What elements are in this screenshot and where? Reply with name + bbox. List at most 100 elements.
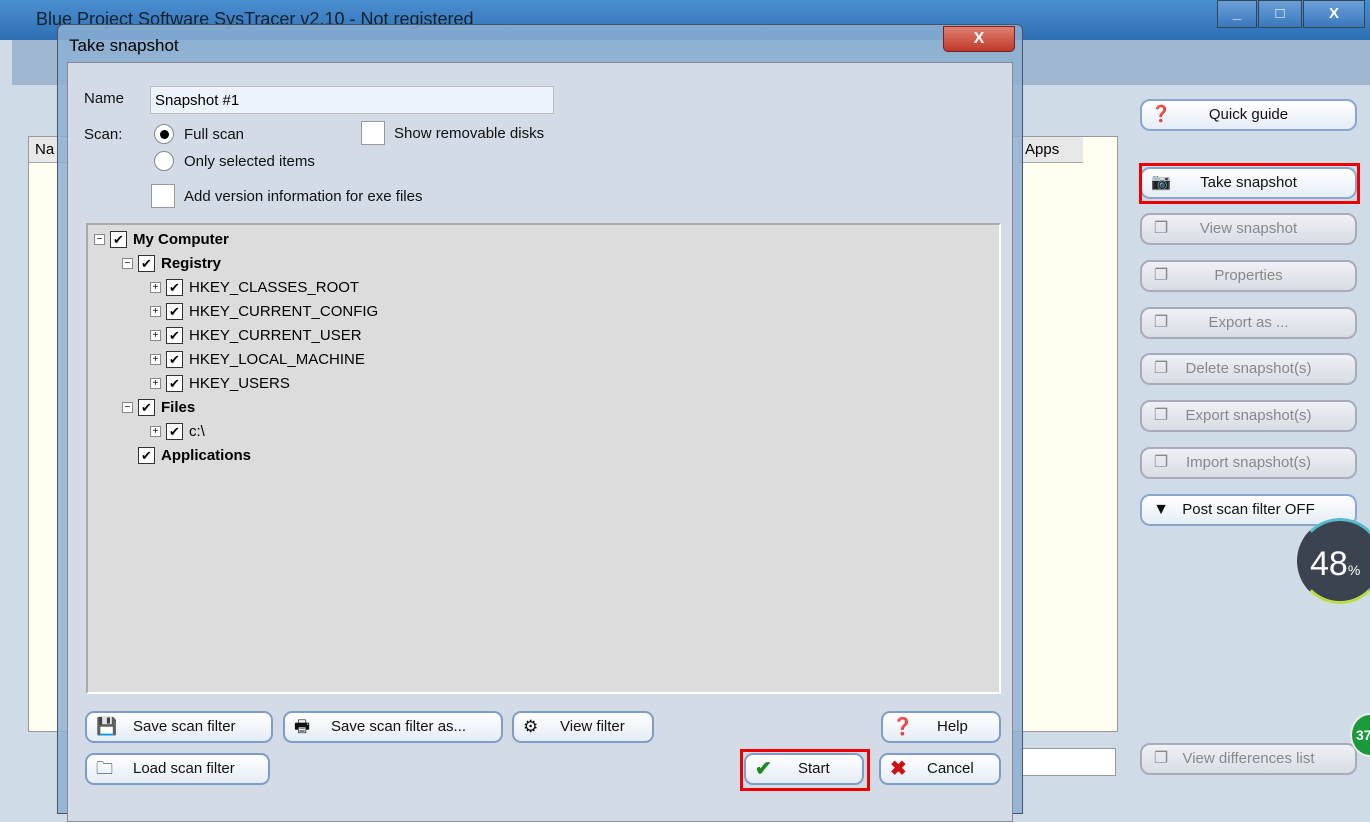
expand-icon[interactable]: + — [150, 425, 161, 437]
sidebar-button-label: Export snapshot(s) — [1185, 407, 1312, 424]
tree-node-label: Applications — [161, 446, 252, 464]
tree-checkbox[interactable]: ✔ — [166, 278, 183, 296]
tree-checkbox[interactable]: ✔ — [166, 350, 183, 368]
full-scan-radio[interactable] — [154, 124, 174, 144]
performance-gauge: 48% — [1297, 518, 1370, 604]
highlight-box — [740, 749, 870, 791]
only-selected-radio[interactable] — [154, 151, 174, 171]
sidebar-button-9[interactable]: ❐ View differences list — [1140, 743, 1357, 775]
sidebar-button-label: View differences list — [1182, 750, 1315, 767]
highlight-box — [1139, 163, 1360, 204]
delete-icon: ❐ — [1153, 360, 1169, 377]
tree-checkbox[interactable]: ✔ — [138, 254, 155, 272]
dialog-close-button[interactable]: X — [943, 26, 1015, 52]
column-apps[interactable]: Apps — [1019, 137, 1083, 163]
tree-node-label: Registry — [161, 254, 222, 272]
cancel-button[interactable]: ✖ Cancel — [879, 753, 1001, 785]
tree-checkbox[interactable]: ✔ — [166, 302, 183, 320]
tree-node[interactable]: − ✔ Files — [122, 396, 195, 418]
tree-node-label: Files — [161, 398, 196, 416]
expand-icon[interactable]: + — [150, 281, 161, 293]
tree-node-label: HKEY_LOCAL_MACHINE — [189, 350, 365, 368]
tree-checkbox[interactable]: ✔ — [166, 422, 183, 440]
save-filter-as-label: Save scan filter as... — [331, 718, 467, 735]
sidebar-button-label: Delete snapshot(s) — [1185, 360, 1312, 377]
tree-node[interactable]: + ✔ HKEY_CURRENT_CONFIG — [150, 300, 378, 322]
sidebar-button-label: Properties — [1214, 267, 1283, 284]
tree-checkbox[interactable]: ✔ — [166, 326, 183, 344]
help-icon: ❓ — [892, 717, 914, 736]
folder-icon: 🗀 — [96, 759, 113, 778]
tree-node[interactable]: + ✔ c:\ — [150, 420, 205, 442]
expand-icon[interactable]: + — [150, 305, 161, 317]
properties-icon: ❐ — [1153, 267, 1169, 284]
sidebar-button-6[interactable]: ❐ Export snapshot(s) — [1140, 400, 1357, 432]
full-scan-label[interactable]: Full scan — [184, 126, 244, 143]
tree-checkbox[interactable]: ✔ — [138, 446, 155, 464]
tree-node[interactable]: + ✔ HKEY_LOCAL_MACHINE — [150, 348, 365, 370]
camera-icon: ⚙ — [523, 717, 539, 736]
take-snapshot-dialog: Take snapshot X Name Scan: Full scan Onl… — [57, 24, 1023, 822]
expand-icon[interactable]: − — [94, 233, 105, 245]
sidebar-button-2[interactable]: ❐ View snapshot — [1140, 213, 1357, 245]
expand-icon[interactable]: − — [122, 257, 133, 269]
tree-node-label: HKEY_CURRENT_CONFIG — [189, 302, 379, 320]
maximize-button[interactable]: □ — [1258, 0, 1302, 28]
sidebar-button-3[interactable]: ❐ Properties — [1140, 260, 1357, 292]
close-app-button[interactable]: X — [1303, 0, 1365, 28]
tree-node[interactable]: + ✔ HKEY_CURRENT_USER — [150, 324, 362, 346]
add-version-label[interactable]: Add version information for exe files — [184, 188, 434, 205]
expand-icon[interactable]: + — [150, 329, 161, 341]
load-scan-filter-button[interactable]: 🗀 Load scan filter — [85, 753, 270, 785]
show-removable-checkbox[interactable] — [361, 121, 385, 145]
sidebar-button-5[interactable]: ❐ Delete snapshot(s) — [1140, 353, 1357, 385]
dialog-title: Take snapshot — [69, 36, 179, 55]
expand-icon[interactable]: − — [122, 401, 133, 413]
scan-tree[interactable]: − ✔ My Computer − ✔ Registry + ✔ HKEY_CLASSES_RO… — [86, 223, 1001, 694]
gauge-value: 48 — [1310, 545, 1348, 583]
export-icon: ❐ — [1153, 407, 1169, 424]
filter-combo[interactable] — [1020, 748, 1116, 776]
expand-icon[interactable]: + — [150, 377, 161, 389]
view-filter-button[interactable]: ⚙ View filter — [512, 711, 654, 743]
sidebar-button-4[interactable]: ❐ Export as ... — [1140, 307, 1357, 339]
export-icon: ❐ — [1153, 314, 1169, 331]
tree-node[interactable]: ✔ Applications — [122, 444, 251, 466]
list-icon: ❐ — [1153, 750, 1169, 767]
tree-node[interactable]: + ✔ HKEY_CLASSES_ROOT — [150, 276, 359, 298]
printer-icon: 🖶 — [294, 717, 311, 736]
tree-checkbox[interactable]: ✔ — [110, 230, 127, 248]
tree-checkbox[interactable]: ✔ — [138, 398, 155, 416]
tree-node[interactable]: + ✔ HKEY_USERS — [150, 372, 290, 394]
snapshot-name-input[interactable] — [150, 86, 554, 114]
minimize-button[interactable]: _ — [1217, 0, 1257, 28]
tree-node-label: My Computer — [133, 230, 229, 248]
tree-node-label: HKEY_CURRENT_USER — [189, 326, 362, 344]
sidebar-button-label: Post scan filter OFF — [1182, 501, 1315, 518]
gauge-unit: % — [1347, 562, 1361, 578]
name-label: Name — [84, 90, 125, 107]
cancel-label: Cancel — [927, 760, 974, 777]
only-selected-label[interactable]: Only selected items — [184, 153, 315, 170]
tree-node-label: HKEY_USERS — [189, 374, 290, 392]
camera-view-icon: ❐ — [1153, 220, 1169, 237]
expand-icon[interactable]: + — [150, 353, 161, 365]
dialog-body: Name Scan: Full scan Only selected items… — [67, 62, 1013, 822]
tree-node[interactable]: − ✔ My Computer — [94, 228, 229, 250]
save-scan-filter-button[interactable]: 💾 Save scan filter — [85, 711, 273, 743]
help-icon: ❓ — [1151, 106, 1171, 123]
view-filter-label: View filter — [560, 718, 625, 735]
help-button[interactable]: ❓ Help — [881, 711, 1001, 743]
sidebar-button-7[interactable]: ❐ Import snapshot(s) — [1140, 447, 1357, 479]
show-removable-label[interactable]: Show removable disks — [394, 125, 549, 142]
add-version-checkbox[interactable] — [151, 184, 175, 208]
save-scan-filter-as-button[interactable]: 🖶 Save scan filter as... — [283, 711, 503, 743]
sidebar-button-0[interactable]: ❓ Quick guide — [1140, 99, 1357, 131]
load-filter-label: Load scan filter — [133, 760, 235, 777]
import-icon: ❐ — [1153, 454, 1169, 471]
filter-icon: ▼ — [1153, 501, 1169, 518]
sidebar-button-label: Quick guide — [1208, 106, 1289, 123]
tree-checkbox[interactable]: ✔ — [166, 374, 183, 392]
floppy-icon: 💾 — [96, 717, 118, 736]
tree-node[interactable]: − ✔ Registry — [122, 252, 221, 274]
